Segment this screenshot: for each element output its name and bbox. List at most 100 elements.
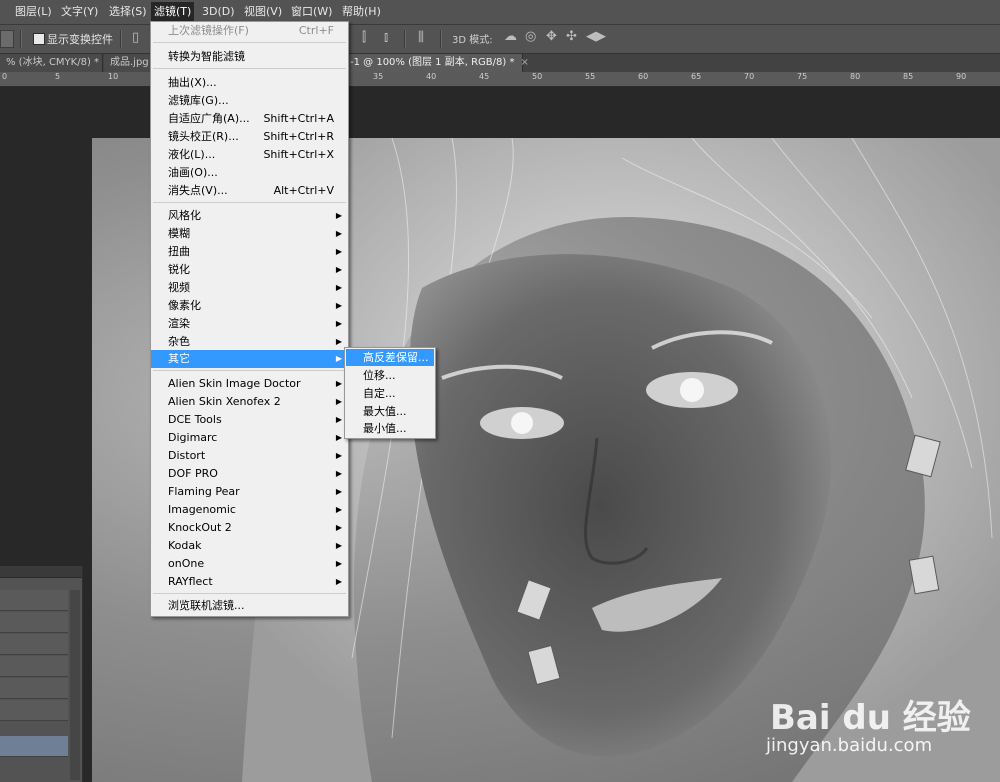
menu-item-convert-smart-filter[interactable]: 转换为智能滤镜 bbox=[151, 48, 348, 66]
menu-item-lens-correction[interactable]: 镜头校正(R)... Shift+Ctrl+R bbox=[151, 128, 348, 146]
menu-item-adaptive-wide-angle[interactable]: 自适应广角(A)... Shift+Ctrl+A bbox=[151, 110, 348, 128]
shortcut-label: Shift+Ctrl+A bbox=[263, 112, 334, 125]
menu-item-blur[interactable]: 模糊 ▶ bbox=[151, 225, 348, 243]
menu-window[interactable]: 窗口(W) bbox=[288, 4, 335, 20]
panel-scrollbar[interactable] bbox=[70, 590, 80, 780]
menu-item-onone[interactable]: onOne ▶ bbox=[151, 555, 348, 573]
submenu-arrow-icon: ▶ bbox=[335, 229, 342, 238]
menu-item-label: onOne bbox=[168, 557, 205, 570]
menu-item-distort-plugin[interactable]: Distort ▶ bbox=[151, 447, 348, 465]
menu-item-label: Digimarc bbox=[168, 431, 218, 444]
menu-item-pixelate[interactable]: 像素化 ▶ bbox=[151, 297, 348, 315]
submenu-item-offset[interactable]: 位移... bbox=[346, 367, 434, 384]
align-top-icon[interactable]: ▯ bbox=[132, 31, 139, 45]
menu-item-label: DOF PRO bbox=[168, 467, 218, 480]
menu-item-imagenomic[interactable]: Imagenomic ▶ bbox=[151, 501, 348, 519]
menu-item-rayflect[interactable]: RAYflect ▶ bbox=[151, 573, 348, 591]
tab-document-active[interactable]: -1 @ 100% (图层 1 副本, RGB/8) * × bbox=[344, 54, 529, 72]
shortcut-label: Shift+Ctrl+X bbox=[263, 148, 334, 161]
menu-item-alien-skin-xenofex[interactable]: Alien Skin Xenofex 2 ▶ bbox=[151, 393, 348, 411]
menu-filter[interactable]: 滤镜(T) bbox=[151, 2, 195, 22]
menu-item-label: 视频 bbox=[168, 281, 190, 294]
submenu-item-custom[interactable]: 自定... bbox=[346, 385, 434, 402]
panel-row[interactable] bbox=[0, 678, 68, 699]
menu-item-dof-pro[interactable]: DOF PRO ▶ bbox=[151, 465, 348, 483]
submenu-arrow-icon: ▶ bbox=[335, 487, 342, 496]
baidu-logo: Bai du 经验 bbox=[770, 698, 971, 738]
panel-header[interactable] bbox=[0, 566, 82, 578]
menu-item-sharpen[interactable]: 锐化 ▶ bbox=[151, 261, 348, 279]
submenu-arrow-icon: ▶ bbox=[335, 337, 342, 346]
submenu-arrow-icon: ▶ bbox=[335, 469, 342, 478]
close-icon[interactable]: × bbox=[520, 57, 528, 68]
menu-item-label: 上次滤镜操作(F) bbox=[168, 24, 249, 37]
menu-item-browse-online-filters[interactable]: 浏览联机滤镜... bbox=[151, 597, 348, 615]
menu-help[interactable]: 帮助(H) bbox=[339, 4, 384, 20]
menu-item-render[interactable]: 渲染 ▶ bbox=[151, 315, 348, 333]
panel-row[interactable] bbox=[0, 612, 68, 633]
menu-item-label: 转换为智能滤镜 bbox=[168, 50, 245, 63]
tool-preset-dropdown[interactable] bbox=[0, 30, 14, 48]
submenu-arrow-icon: ▶ bbox=[335, 523, 342, 532]
panel-row[interactable] bbox=[0, 590, 68, 611]
menu-item-label: 液化(L)... bbox=[168, 148, 216, 161]
menu-type[interactable]: 文字(Y) bbox=[58, 4, 101, 20]
menu-item-label: 扭曲 bbox=[168, 245, 190, 258]
ruler-label: 35 bbox=[373, 72, 384, 81]
menu-item-other[interactable]: 其它 ▶ bbox=[151, 350, 348, 368]
panel-row-selected[interactable] bbox=[0, 736, 68, 757]
menu-item-liquify[interactable]: 液化(L)... Shift+Ctrl+X bbox=[151, 146, 348, 164]
menu-item-vanishing-point[interactable]: 消失点(V)... Alt+Ctrl+V bbox=[151, 182, 348, 200]
menu-item-knockout[interactable]: KnockOut 2 ▶ bbox=[151, 519, 348, 537]
menu-select[interactable]: 选择(S) bbox=[106, 4, 150, 20]
submenu-item-minimum[interactable]: 最小值... bbox=[346, 420, 434, 437]
ruler-label: 70 bbox=[744, 72, 755, 81]
ruler-label: 60 bbox=[638, 72, 649, 81]
distribute-center-icon[interactable]: ⫿ bbox=[362, 31, 366, 45]
menu-item-label: RAYflect bbox=[168, 575, 213, 588]
distribute-bottom-icon[interactable]: ⫾ bbox=[384, 31, 388, 45]
ruler-label: 50 bbox=[532, 72, 543, 81]
submenu-item-high-pass[interactable]: 高反差保留... bbox=[346, 349, 434, 366]
ruler-label: 5 bbox=[55, 72, 61, 81]
panel-row[interactable] bbox=[0, 656, 68, 677]
ruler-label: 40 bbox=[426, 72, 437, 81]
3d-roll-icon[interactable]: ◎ bbox=[525, 30, 536, 44]
menu-item-alien-skin-image-doctor[interactable]: Alien Skin Image Doctor ▶ bbox=[151, 375, 348, 393]
ruler-label: 85 bbox=[903, 72, 914, 81]
menu-separator bbox=[153, 42, 346, 43]
menu-item-video[interactable]: 视频 ▶ bbox=[151, 279, 348, 297]
3d-pan-icon[interactable]: ✥ bbox=[546, 30, 557, 44]
panel-row[interactable] bbox=[0, 634, 68, 655]
submenu-item-maximum[interactable]: 最大值... bbox=[346, 403, 434, 420]
menu-item-label: Alien Skin Image Doctor bbox=[168, 377, 301, 390]
3d-slide-icon[interactable]: ✣ bbox=[566, 30, 577, 44]
show-transform-checkbox[interactable] bbox=[33, 33, 45, 45]
menu-item-label: 位移... bbox=[363, 369, 396, 382]
tab-document-1[interactable]: % (冰块, CMYK/8) *× bbox=[0, 54, 113, 72]
show-transform-label: 显示变换控件 bbox=[47, 33, 113, 46]
menu-layer[interactable]: 图层(L) bbox=[12, 4, 55, 20]
auto-align-icon[interactable]: ⫼ bbox=[418, 31, 424, 45]
menu-3d[interactable]: 3D(D) bbox=[199, 4, 238, 20]
menu-item-distort[interactable]: 扭曲 ▶ bbox=[151, 243, 348, 261]
menu-item-label: 自适应广角(A)... bbox=[168, 112, 250, 125]
menu-item-dce-tools[interactable]: DCE Tools ▶ bbox=[151, 411, 348, 429]
menu-item-flaming-pear[interactable]: Flaming Pear ▶ bbox=[151, 483, 348, 501]
submenu-arrow-icon: ▶ bbox=[335, 283, 342, 292]
filter-menu: 上次滤镜操作(F) Ctrl+F 转换为智能滤镜 抽出(X)... 滤镜库(G)… bbox=[150, 21, 349, 617]
menu-item-extract[interactable]: 抽出(X)... bbox=[151, 74, 348, 92]
menu-item-oil-paint[interactable]: 油画(O)... bbox=[151, 164, 348, 182]
ruler-label: 75 bbox=[797, 72, 808, 81]
3d-rotate-icon[interactable]: ☁ bbox=[504, 30, 517, 44]
menu-view[interactable]: 视图(V) bbox=[241, 4, 285, 20]
menu-item-stylize[interactable]: 风格化 ▶ bbox=[151, 207, 348, 225]
3d-scale-icon[interactable]: ◀▶ bbox=[586, 30, 606, 44]
menu-item-label: Alien Skin Xenofex 2 bbox=[168, 395, 281, 408]
menu-item-filter-gallery[interactable]: 滤镜库(G)... bbox=[151, 92, 348, 110]
panel-row[interactable] bbox=[0, 700, 68, 721]
menu-item-noise[interactable]: 杂色 ▶ bbox=[151, 333, 348, 351]
menu-item-digimarc[interactable]: Digimarc ▶ bbox=[151, 429, 348, 447]
menu-item-kodak[interactable]: Kodak ▶ bbox=[151, 537, 348, 555]
submenu-arrow-icon: ▶ bbox=[335, 415, 342, 424]
